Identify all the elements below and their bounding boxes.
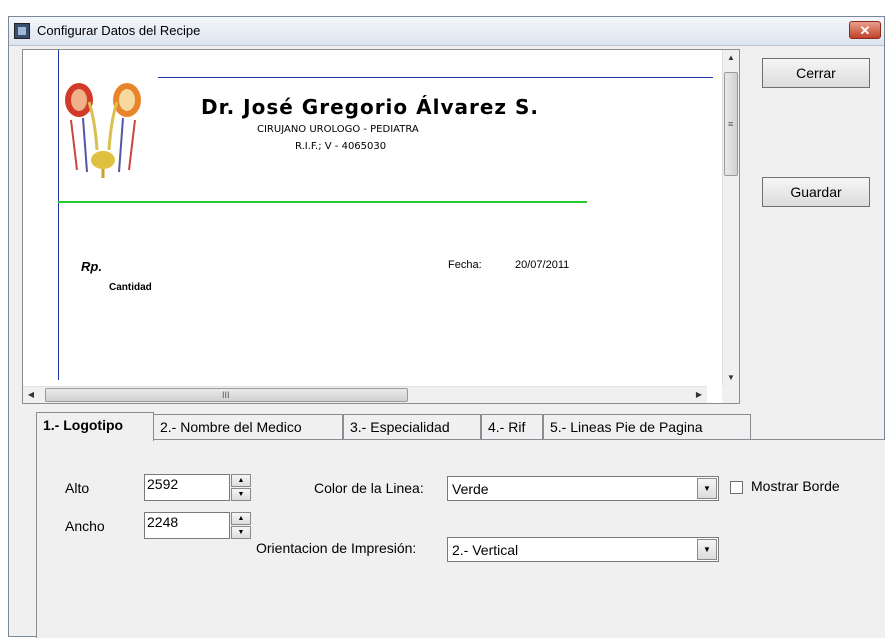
alto-up-arrow-icon[interactable]: ▲ xyxy=(231,474,251,487)
guardar-button[interactable]: Guardar xyxy=(762,177,870,207)
ancho-spinner: 2248 ▲ ▼ xyxy=(144,512,251,539)
orientacion-select[interactable]: 2.- Vertical ▼ xyxy=(447,537,719,562)
vertical-scroll-thumb[interactable]: ≡ xyxy=(724,72,738,176)
tab-logotipo[interactable]: 1.- Logotipo xyxy=(36,412,154,441)
mostrar-borde-label: Mostrar Borde xyxy=(751,478,840,494)
fecha-value: 20/07/2011 xyxy=(515,259,570,271)
top-frame-line xyxy=(158,77,713,78)
cerrar-button[interactable]: Cerrar xyxy=(762,58,870,88)
logotipo-tab-panel: Alto 2592 ▲ ▼ Ancho 2248 ▲ ▼ Color de la… xyxy=(36,439,885,638)
orientacion-value: 2.- Vertical xyxy=(452,542,519,558)
alto-down-arrow-icon[interactable]: ▼ xyxy=(231,488,251,501)
ancho-up-arrow-icon[interactable]: ▲ xyxy=(231,512,251,525)
fecha-label: Fecha: xyxy=(448,259,482,271)
color-dropdown-arrow-icon[interactable]: ▼ xyxy=(697,478,717,499)
close-button[interactable]: ✕ xyxy=(849,21,881,39)
tab-nombre-del-medico[interactable]: 2.- Nombre del Medico xyxy=(153,414,343,440)
ancho-down-arrow-icon[interactable]: ▼ xyxy=(231,526,251,539)
tab-especialidad[interactable]: 3.- Especialidad xyxy=(343,414,481,440)
app-icon xyxy=(14,23,30,39)
doctor-rif: R.I.F.; V - 4065030 xyxy=(295,141,387,152)
color-linea-select[interactable]: Verde ▼ xyxy=(447,476,719,501)
urology-logo-image xyxy=(65,83,141,178)
ancho-label: Ancho xyxy=(65,518,105,534)
header-separator-line xyxy=(58,201,587,203)
tab-lineas-pie-de-pagina[interactable]: 5.- Lineas Pie de Pagina xyxy=(543,414,751,440)
tab-rif[interactable]: 4.- Rif xyxy=(481,414,543,440)
horizontal-scroll-thumb[interactable]: III xyxy=(45,388,408,402)
recipe-preview: Dr. José Gregorio Álvarez S. CIRUJANO UR… xyxy=(22,49,740,404)
alto-input[interactable]: 2592 xyxy=(144,474,230,501)
rp-label: Rp. xyxy=(81,259,102,274)
scroll-up-arrow-icon[interactable]: ▲ xyxy=(723,50,739,66)
doctor-specialty: CIRUJANO UROLOGO - PEDIATRA xyxy=(257,124,419,135)
vertical-grip-icon: ≡ xyxy=(728,119,734,129)
mostrar-borde-checkbox[interactable] xyxy=(730,481,743,494)
alto-spinner: 2592 ▲ ▼ xyxy=(144,474,251,501)
window-title: Configurar Datos del Recipe xyxy=(37,23,201,38)
scroll-left-arrow-icon[interactable]: ◀ xyxy=(23,387,39,403)
doctor-name: Dr. José Gregorio Álvarez S. xyxy=(201,95,540,119)
color-linea-value: Verde xyxy=(452,481,489,497)
vertical-scrollbar[interactable]: ▲ ≡ ▼ xyxy=(722,50,739,386)
dialog-window: Configurar Datos del Recipe ✕ Dr. José G… xyxy=(8,16,885,638)
title-bar: Configurar Datos del Recipe ✕ xyxy=(9,17,884,46)
scroll-corner xyxy=(722,386,739,403)
orientacion-label: Orientacion de Impresión: xyxy=(256,540,417,556)
orientacion-dropdown-arrow-icon[interactable]: ▼ xyxy=(697,539,717,560)
scroll-right-arrow-icon[interactable]: ▶ xyxy=(691,387,707,403)
scroll-down-arrow-icon[interactable]: ▼ xyxy=(723,370,739,386)
alto-label: Alto xyxy=(65,480,90,496)
horizontal-scrollbar[interactable]: ◀ III ▶ xyxy=(23,386,707,403)
horizontal-grip-icon: III xyxy=(222,390,230,400)
recipe-paper: Dr. José Gregorio Álvarez S. CIRUJANO UR… xyxy=(23,50,713,386)
color-linea-label: Color de la Linea: xyxy=(314,480,424,496)
left-frame-line xyxy=(58,50,59,380)
cantidad-label: Cantidad xyxy=(109,282,152,293)
ancho-input[interactable]: 2248 xyxy=(144,512,230,539)
